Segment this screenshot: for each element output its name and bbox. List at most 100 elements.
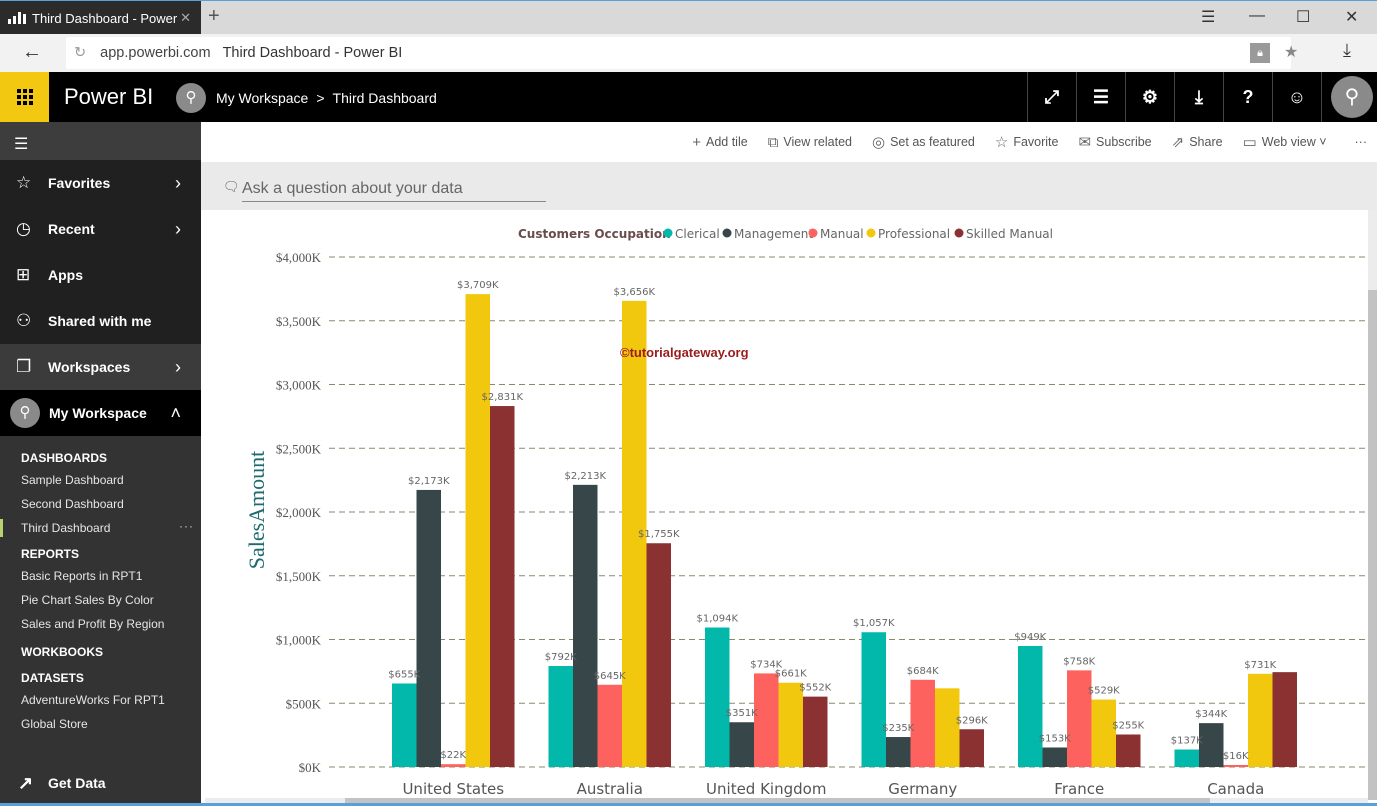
chevron-right-icon[interactable]: › <box>175 357 181 378</box>
more-options-button[interactable]: ··· <box>1355 135 1368 149</box>
data-label: $344K <box>1195 709 1227 720</box>
breadcrumb-dashboard[interactable]: Third Dashboard <box>333 90 437 106</box>
data-label: $645K <box>594 671 626 682</box>
bar-professional[interactable] <box>465 294 491 767</box>
report-item[interactable]: Basic Reports in RPT1 <box>21 564 201 588</box>
add-tile-button[interactable]: + Add tile <box>692 134 747 151</box>
gear-icon[interactable]: ⚙ <box>1125 72 1174 122</box>
sidebar-item-my-workspace[interactable]: ⚲ My Workspace ˄ <box>0 390 201 436</box>
maximize-button[interactable]: ☐ <box>1296 7 1310 27</box>
favorite-star-icon[interactable]: ★ <box>1284 42 1298 62</box>
sidebar: ☰ ☆ Favorites › ◷ Recent › ⊞ Apps ⚇ Shar… <box>0 122 201 806</box>
y-tick-label: $2,500K <box>276 441 322 456</box>
bar-clerical[interactable] <box>1174 749 1200 767</box>
bar-skilled-manual[interactable] <box>646 543 672 767</box>
report-item[interactable]: Pie Chart Sales By Color <box>21 588 201 612</box>
new-tab-button[interactable]: + <box>208 5 220 28</box>
legend-item[interactable]: Professional <box>878 227 950 241</box>
bar-management[interactable] <box>886 737 911 767</box>
bar-skilled-manual[interactable] <box>490 406 515 767</box>
bar-clerical[interactable] <box>861 632 887 767</box>
help-icon[interactable]: ? <box>1223 72 1272 122</box>
vertical-scrollbar-thumb[interactable] <box>1368 290 1377 800</box>
user-avatar[interactable]: ⚲ <box>1331 76 1373 118</box>
close-window-button[interactable]: ✕ <box>1345 7 1358 27</box>
sidebar-item-apps[interactable]: ⊞ Apps <box>0 252 201 298</box>
data-label: $255K <box>1112 720 1144 731</box>
web-view-dropdown[interactable]: ▭ Web view ˅ <box>1243 133 1327 151</box>
comment-icon[interactable]: ☰ <box>1076 72 1125 122</box>
x-tick-label: Germany <box>888 780 957 798</box>
bar-management[interactable] <box>1042 747 1068 767</box>
bar-professional[interactable] <box>1091 699 1117 767</box>
hamburger-menu-icon[interactable]: ☰ <box>0 122 201 160</box>
bar-professional[interactable] <box>1248 673 1273 767</box>
bar-management[interactable] <box>729 722 755 767</box>
view-related-button[interactable]: ⧉ View related <box>768 134 852 151</box>
back-arrow-icon[interactable]: ← <box>22 41 42 64</box>
bar-professional[interactable] <box>935 688 960 767</box>
url-host: app.powerbi.com <box>100 45 211 61</box>
legend-item[interactable]: Manual <box>820 227 864 241</box>
reload-icon[interactable]: ↻ <box>74 45 86 61</box>
lock-icon[interactable]: 🔒︎ <box>1250 43 1270 63</box>
legend-item[interactable]: Clerical <box>675 227 720 241</box>
bar-clerical[interactable] <box>392 683 417 767</box>
dataset-item[interactable]: Global Store <box>21 712 201 736</box>
dashboard-item-active[interactable]: Third Dashboard ··· <box>0 514 201 540</box>
smiley-feedback-icon[interactable]: ☺ <box>1272 72 1321 122</box>
get-data-button[interactable]: ↗ Get Data <box>0 760 201 806</box>
sidebar-item-workspaces[interactable]: ❐ Workspaces › <box>0 344 201 390</box>
speech-bubble-icon: 🗨︎ <box>223 179 240 194</box>
sidebar-item-favorites[interactable]: ☆ Favorites › <box>0 160 201 206</box>
favorite-button[interactable]: ☆ Favorite <box>995 133 1059 151</box>
powerbi-tab-icon <box>8 12 26 24</box>
bar-manual[interactable] <box>597 684 623 767</box>
bar-management[interactable] <box>416 489 442 767</box>
minimize-button[interactable]: — <box>1249 7 1265 25</box>
legend-item[interactable]: Skilled Manual <box>966 227 1053 241</box>
bar-manual[interactable] <box>1223 764 1249 767</box>
bar-skilled-manual[interactable] <box>1272 672 1298 767</box>
set-as-featured-button[interactable]: ◎ Set as featured <box>872 133 975 151</box>
bar-clerical[interactable] <box>548 666 574 767</box>
share-button[interactable]: ⇗ Share <box>1172 133 1223 151</box>
report-item[interactable]: Sales and Profit By Region <box>21 612 201 636</box>
brand-logo-text[interactable]: Power BI <box>64 84 153 110</box>
sidebar-item-recent[interactable]: ◷ Recent › <box>0 206 201 252</box>
bar-management[interactable] <box>573 484 598 767</box>
subscribe-button[interactable]: ✉ Subscribe <box>1078 133 1151 151</box>
bar-skilled-manual[interactable] <box>803 696 828 767</box>
dataset-item[interactable]: AdventureWorks For RPT1 <box>21 688 201 712</box>
sidebar-item-shared-with-me[interactable]: ⚇ Shared with me <box>0 298 201 344</box>
close-tab-icon[interactable]: ✕ <box>180 10 191 26</box>
dashboard-item[interactable]: Sample Dashboard <box>21 468 201 492</box>
more-options-icon[interactable]: ··· <box>179 514 194 538</box>
bar-manual[interactable] <box>441 764 466 767</box>
clustered-column-chart: $0K $500K $1,000K $1,500K $2,000K $2,500K $3,0… <box>244 227 1368 798</box>
downloads-icon[interactable]: ⤓ <box>1343 40 1351 61</box>
legend-item[interactable]: Management <box>734 227 813 241</box>
bar-clerical[interactable] <box>1018 646 1043 767</box>
breadcrumb-workspace[interactable]: My Workspace <box>216 90 308 106</box>
chevron-up-icon[interactable]: ˄ <box>170 403 181 424</box>
browser-menu-icon[interactable]: ☰ <box>1201 7 1215 27</box>
bar-manual[interactable] <box>754 673 779 767</box>
bar-skilled-manual[interactable] <box>959 729 985 767</box>
bar-professional[interactable] <box>778 682 804 767</box>
chevron-right-icon[interactable]: › <box>175 219 181 240</box>
bar-skilled-manual[interactable] <box>1116 734 1141 767</box>
browser-tab[interactable]: Third Dashboard - Power ✕ <box>0 1 201 35</box>
download-icon[interactable]: ⤓ <box>1174 72 1223 122</box>
app-launcher-waffle-icon[interactable] <box>0 72 49 122</box>
chevron-right-icon[interactable]: › <box>175 173 181 194</box>
bar-clerical[interactable] <box>705 627 730 767</box>
chart-tile[interactable]: $0K $500K $1,000K $1,500K $2,000K $2,500K $3,0… <box>205 210 1368 800</box>
expand-icon[interactable]: ⤢ <box>1027 72 1076 122</box>
x-tick-label: France <box>1054 780 1104 798</box>
dashboard-item[interactable]: Second Dashboard <box>21 492 201 516</box>
qna-input[interactable] <box>242 176 546 202</box>
data-label: $153K <box>1039 733 1071 744</box>
vertical-scrollbar[interactable] <box>1368 210 1377 800</box>
url-field[interactable]: ↻ app.powerbi.com Third Dashboard - Powe… <box>66 37 1291 69</box>
